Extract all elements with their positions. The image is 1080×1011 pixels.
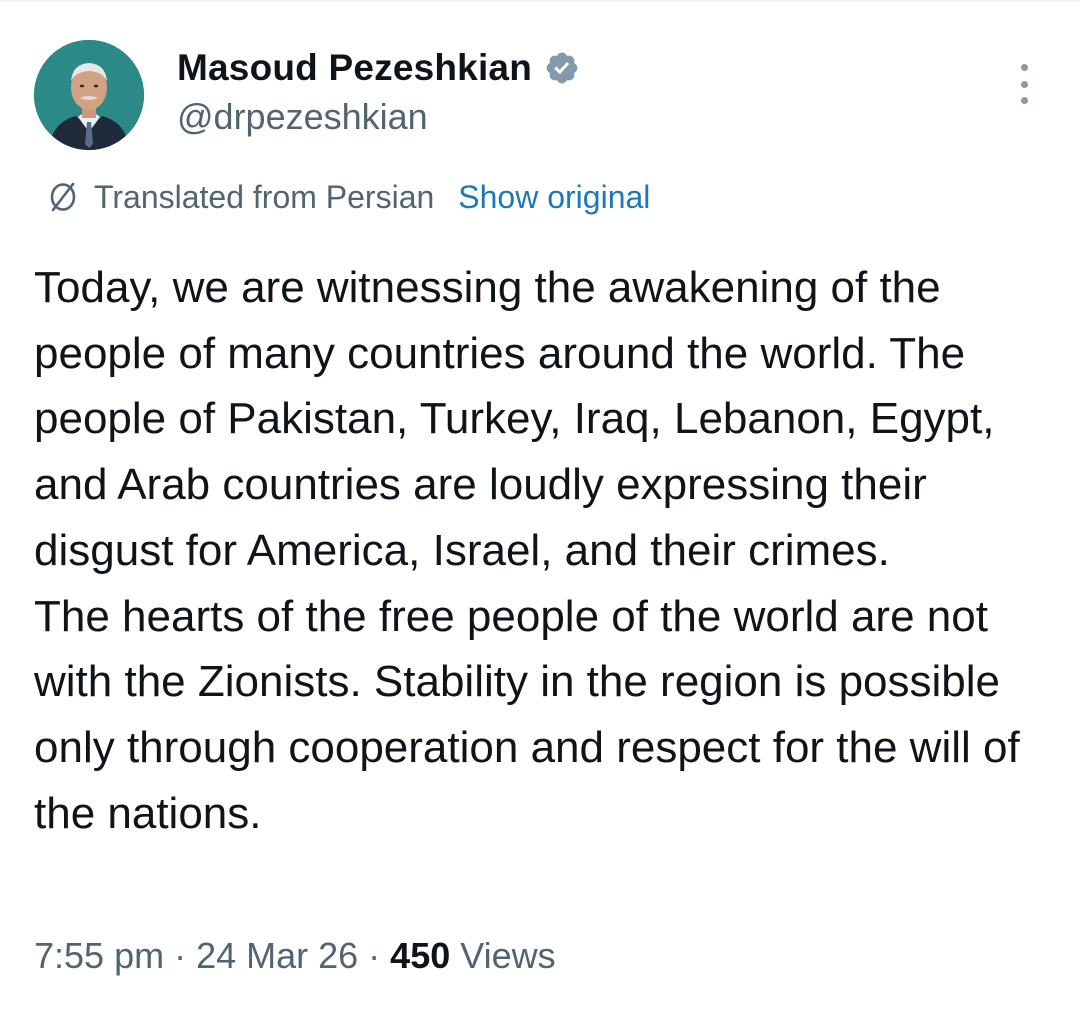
translation-row: Translated from Persian Show original — [46, 175, 650, 219]
more-dot — [1020, 64, 1028, 71]
more-options-icon[interactable] — [1012, 64, 1036, 104]
avatar-portrait — [34, 40, 144, 150]
meta-separator: · — [174, 935, 187, 976]
user-handle[interactable]: @drpezeshkian — [177, 96, 580, 138]
verified-badge-icon[interactable] — [544, 50, 580, 86]
views-count[interactable]: 450 — [390, 935, 450, 977]
avatar[interactable] — [34, 40, 144, 150]
translated-label: Translated from Persian — [94, 178, 435, 215]
meta-separator: · — [368, 935, 381, 976]
top-divider — [0, 0, 1080, 2]
tweet-date[interactable]: 24 Mar 26 — [196, 935, 358, 977]
more-dot — [1020, 97, 1028, 104]
translate-icon — [46, 180, 80, 214]
tweet-time[interactable]: 7:55 pm — [34, 935, 164, 977]
display-name[interactable]: Masoud Pezeshkian — [177, 47, 532, 89]
tweet-meta: 7:55 pm · 24 Mar 26 · 450 Views — [34, 930, 556, 982]
name-row: Masoud Pezeshkian — [177, 44, 580, 92]
show-original-link[interactable]: Show original — [458, 179, 650, 216]
views-label: Views — [460, 935, 556, 976]
tweet-text: Today, we are witnessing the awakening o… — [34, 263, 1020, 838]
more-dot — [1020, 80, 1028, 88]
tweet-header: Masoud Pezeshkian @drpezeshkian — [34, 40, 1046, 150]
user-name-block: Masoud Pezeshkian @drpezeshkian — [177, 44, 580, 138]
